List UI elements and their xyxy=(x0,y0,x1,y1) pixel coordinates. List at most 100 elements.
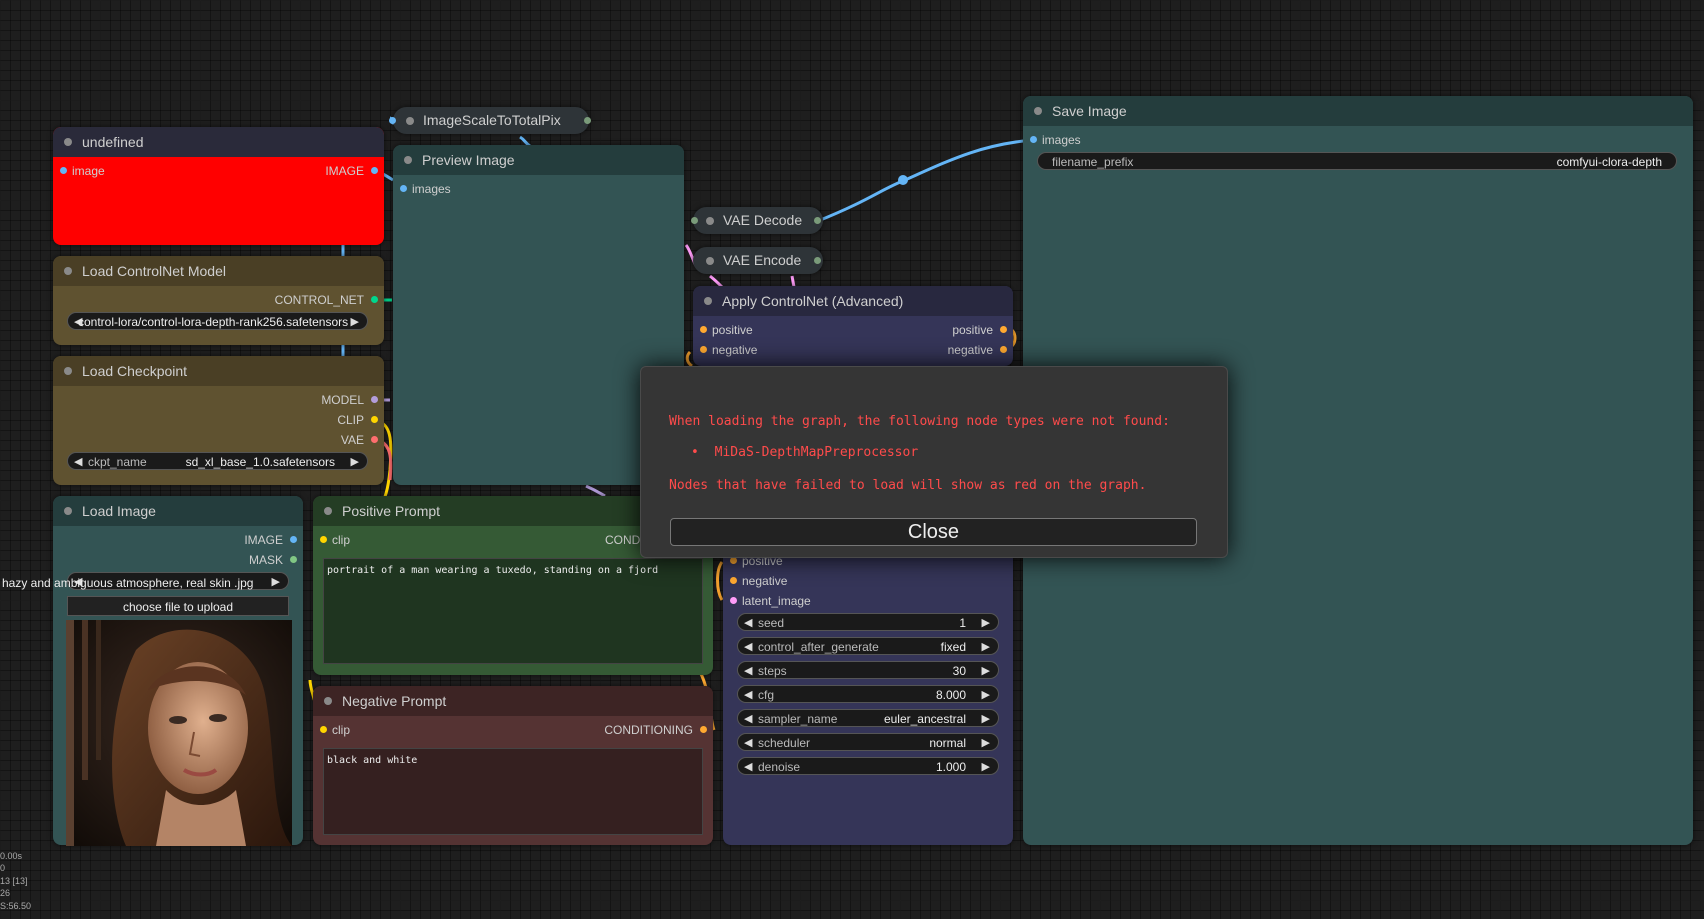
output-pin[interactable] xyxy=(371,416,378,423)
increment-arrow-icon[interactable]: ▶ xyxy=(982,686,990,704)
control-after-generate-widget[interactable]: ◀ control_after_generate fixed ▶ xyxy=(737,637,999,655)
node-header[interactable]: Preview Image xyxy=(393,145,684,175)
input-pin[interactable] xyxy=(1030,136,1037,143)
input-negative[interactable]: negative xyxy=(730,574,787,588)
input-pin[interactable] xyxy=(389,117,396,124)
node-header[interactable]: Load Checkpoint xyxy=(53,356,384,386)
node-header[interactable]: undefined xyxy=(53,127,384,157)
node-header[interactable]: Load ControlNet Model xyxy=(53,256,384,286)
slot-label: images xyxy=(1042,133,1081,147)
input-pin[interactable] xyxy=(320,726,327,733)
output-model[interactable]: MODEL xyxy=(321,393,378,407)
choose-file-button[interactable]: choose file to upload xyxy=(67,596,289,616)
slot-label: negative xyxy=(947,343,993,357)
input-image[interactable]: image xyxy=(60,164,105,178)
increment-arrow-icon[interactable]: ▶ xyxy=(351,453,359,471)
input-pin[interactable] xyxy=(730,577,737,584)
output-pin[interactable] xyxy=(371,396,378,403)
output-pin[interactable] xyxy=(584,117,591,124)
close-button[interactable]: Close xyxy=(670,518,1197,546)
input-latent-image[interactable]: latent_image xyxy=(730,594,811,608)
output-conditioning[interactable]: CONDITIONING xyxy=(604,723,707,737)
node-header[interactable]: Negative Prompt xyxy=(313,686,713,716)
decrement-arrow-icon[interactable]: ◀ xyxy=(744,638,752,656)
output-image[interactable]: IMAGE xyxy=(244,533,297,547)
node-ksampler[interactable]: positive negative latent_image ◀ seed 1 … xyxy=(723,540,1013,845)
ckpt-name-widget[interactable]: ◀ ckpt_name sd_xl_base_1.0.safetensors ▶ xyxy=(67,452,368,470)
output-pin[interactable] xyxy=(371,167,378,174)
output-pin[interactable] xyxy=(371,296,378,303)
decrement-arrow-icon[interactable]: ◀ xyxy=(744,710,752,728)
steps-widget[interactable]: ◀ steps 30 ▶ xyxy=(737,661,999,679)
input-images[interactable]: images xyxy=(400,182,451,196)
decrement-arrow-icon[interactable]: ◀ xyxy=(74,453,82,471)
output-pin[interactable] xyxy=(814,257,821,264)
positive-prompt-text[interactable]: portrait of a man wearing a tuxedo, stan… xyxy=(323,558,703,664)
decrement-arrow-icon[interactable]: ◀ xyxy=(744,758,752,776)
increment-arrow-icon[interactable]: ▶ xyxy=(982,710,990,728)
node-header[interactable]: Apply ControlNet (Advanced) xyxy=(693,286,1013,316)
increment-arrow-icon[interactable]: ▶ xyxy=(982,614,990,632)
scheduler-widget[interactable]: ◀ scheduler normal ▶ xyxy=(737,733,999,751)
input-pin[interactable] xyxy=(730,557,737,564)
input-clip[interactable]: clip xyxy=(320,723,350,737)
node-header[interactable]: Load Image xyxy=(53,496,303,526)
input-pin[interactable] xyxy=(320,536,327,543)
output-clip[interactable]: CLIP xyxy=(337,413,378,427)
increment-arrow-icon[interactable]: ▶ xyxy=(272,573,280,591)
node-vae-decode-collapsed[interactable]: VAE Decode xyxy=(691,207,823,234)
output-pin[interactable] xyxy=(1000,346,1007,353)
output-negative[interactable]: negative xyxy=(948,343,1007,357)
node-header[interactable]: Save Image xyxy=(1023,96,1693,126)
output-pin[interactable] xyxy=(700,726,707,733)
widget-label: sampler_name xyxy=(758,712,838,726)
decrement-arrow-icon[interactable]: ◀ xyxy=(744,734,752,752)
node-negative-prompt[interactable]: Negative Prompt clip CONDITIONING black … xyxy=(313,686,713,845)
node-title: Load Image xyxy=(82,503,156,519)
seed-widget[interactable]: ◀ seed 1 ▶ xyxy=(737,613,999,631)
filename-prefix-widget[interactable]: filename_prefix comfyui-clora-depth xyxy=(1037,152,1677,170)
output-vae[interactable]: VAE xyxy=(341,433,378,447)
increment-arrow-icon[interactable]: ▶ xyxy=(351,313,359,331)
increment-arrow-icon[interactable]: ▶ xyxy=(982,758,990,776)
node-undefined[interactable]: undefined image IMAGE xyxy=(53,127,384,245)
output-pin[interactable] xyxy=(1000,326,1007,333)
node-apply-controlnet[interactable]: Apply ControlNet (Advanced) positive neg… xyxy=(693,286,1013,366)
node-vae-encode-collapsed[interactable]: VAE Encode xyxy=(693,247,823,274)
input-pin[interactable] xyxy=(700,326,707,333)
output-pin[interactable] xyxy=(371,436,378,443)
input-clip[interactable]: clip xyxy=(320,533,350,547)
input-pin[interactable] xyxy=(691,217,698,224)
output-pin[interactable] xyxy=(290,536,297,543)
increment-arrow-icon[interactable]: ▶ xyxy=(982,638,990,656)
input-pin[interactable] xyxy=(400,185,407,192)
widget-label: ckpt_name xyxy=(88,455,147,469)
output-control-net[interactable]: CONTROL_NET xyxy=(275,293,378,307)
stat-line: 26 xyxy=(0,888,11,898)
decrement-arrow-icon[interactable]: ◀ xyxy=(744,662,752,680)
input-pin[interactable] xyxy=(700,346,707,353)
input-pin[interactable] xyxy=(60,167,67,174)
sampler-name-widget[interactable]: ◀ sampler_name euler_ancestral ▶ xyxy=(737,709,999,727)
decrement-arrow-icon[interactable]: ◀ xyxy=(744,686,752,704)
increment-arrow-icon[interactable]: ▶ xyxy=(982,662,990,680)
output-positive[interactable]: positive xyxy=(952,323,1007,337)
output-pin[interactable] xyxy=(290,556,297,563)
cfg-widget[interactable]: ◀ cfg 8.000 ▶ xyxy=(737,685,999,703)
increment-arrow-icon[interactable]: ▶ xyxy=(982,734,990,752)
output-mask[interactable]: MASK xyxy=(249,553,297,567)
controlnet-name-widget[interactable]: ◀ control-lora/control-lora-depth-rank25… xyxy=(67,312,368,330)
output-pin[interactable] xyxy=(814,217,821,224)
input-pin[interactable] xyxy=(730,597,737,604)
node-title: VAE Decode xyxy=(723,212,803,228)
output-image[interactable]: IMAGE xyxy=(325,164,378,178)
node-load-controlnet[interactable]: Load ControlNet Model CONTROL_NET ◀ cont… xyxy=(53,256,384,345)
negative-prompt-text[interactable]: black and white xyxy=(323,748,703,835)
input-negative[interactable]: negative xyxy=(700,343,757,357)
decrement-arrow-icon[interactable]: ◀ xyxy=(744,614,752,632)
node-load-checkpoint[interactable]: Load Checkpoint MODEL CLIP VAE ◀ ckpt_na… xyxy=(53,356,384,485)
denoise-widget[interactable]: ◀ denoise 1.000 ▶ xyxy=(737,757,999,775)
input-positive[interactable]: positive xyxy=(700,323,753,337)
input-images[interactable]: images xyxy=(1030,133,1081,147)
node-imagescale-collapsed[interactable]: ImageScaleToTotalPix xyxy=(389,107,591,134)
